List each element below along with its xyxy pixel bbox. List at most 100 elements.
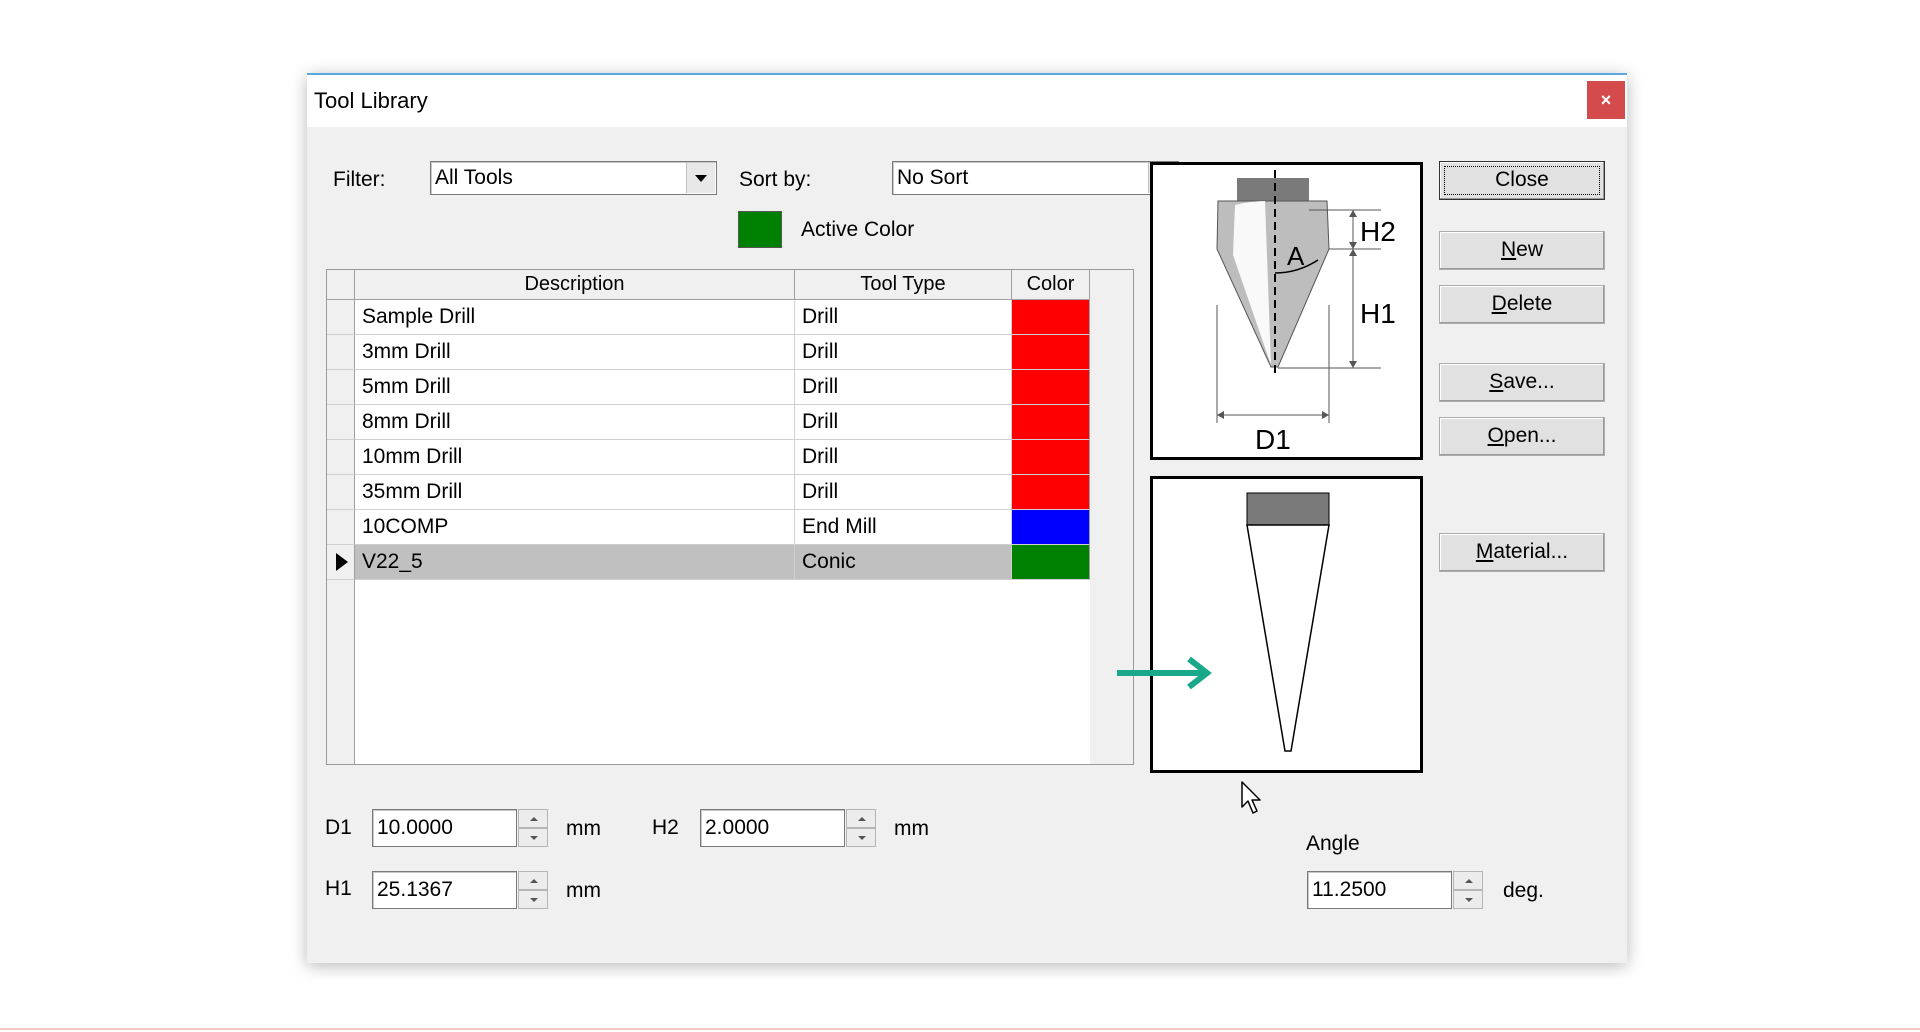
delete-label: elete (1506, 292, 1553, 315)
row-header[interactable] (327, 335, 355, 370)
cell-tool-type[interactable]: Drill (795, 300, 1012, 335)
sort-select[interactable]: No Sort (892, 161, 1179, 195)
angle-spin-down-button[interactable] (1453, 890, 1483, 909)
cell-tool-type[interactable]: Drill (795, 440, 1012, 475)
tool-shank-shape (1237, 178, 1309, 201)
cell-color[interactable] (1012, 405, 1090, 440)
h2-label: H2 (652, 816, 679, 839)
table-row[interactable]: 35mm Drill Drill (327, 475, 1090, 510)
table-row[interactable]: 10COMP End Mill (327, 510, 1090, 545)
chevron-up-icon (858, 817, 866, 821)
h2-spinner[interactable] (846, 809, 876, 847)
row-header-corner (327, 270, 355, 300)
h2-spin-down-button[interactable] (846, 828, 876, 847)
table-row[interactable]: Sample Drill Drill (327, 300, 1090, 335)
row-header[interactable] (327, 405, 355, 440)
table-row-selected[interactable]: V22_5 Conic (327, 545, 1090, 580)
close-button[interactable]: Close (1439, 161, 1605, 200)
filter-dropdown-button[interactable] (686, 163, 715, 193)
material-label: aterial... (1493, 540, 1569, 563)
cell-description[interactable]: 10mm Drill (355, 440, 795, 475)
angle-input[interactable]: 11.2500 (1307, 871, 1452, 909)
save-button[interactable]: Save... (1439, 363, 1605, 402)
cell-description[interactable]: 10COMP (355, 510, 795, 545)
h2-input[interactable]: 2.0000 (700, 809, 845, 847)
cell-color[interactable] (1012, 545, 1090, 580)
open-mnemonic: O (1487, 424, 1504, 447)
active-color-swatch[interactable] (738, 211, 782, 248)
cell-description[interactable]: 35mm Drill (355, 475, 795, 510)
material-button[interactable]: Material... (1439, 533, 1605, 572)
d1-spinner[interactable] (518, 809, 548, 847)
open-button[interactable]: Open... (1439, 417, 1605, 456)
row-header[interactable] (327, 545, 355, 580)
table-row[interactable]: 3mm Drill Drill (327, 335, 1090, 370)
save-label: ave... (1503, 370, 1555, 393)
angle-value: 11.2500 (1312, 878, 1387, 901)
cell-description[interactable]: 8mm Drill (355, 405, 795, 440)
tool-body-shape (1216, 200, 1330, 368)
cell-tool-type[interactable]: Conic (795, 545, 1012, 580)
cell-tool-type[interactable]: Drill (795, 405, 1012, 440)
row-header[interactable] (327, 440, 355, 475)
h2-value: 2.0000 (705, 816, 770, 839)
h2-spin-up-button[interactable] (846, 809, 876, 828)
tool-table[interactable]: Description Tool Type Color Sample Drill… (326, 269, 1134, 765)
table-row[interactable]: 5mm Drill Drill (327, 370, 1090, 405)
cell-color[interactable] (1012, 335, 1090, 370)
cell-description[interactable]: 5mm Drill (355, 370, 795, 405)
h1-spin-up-button[interactable] (518, 871, 548, 890)
title-bar[interactable]: Tool Library × (307, 75, 1627, 127)
new-mnemonic: N (1500, 238, 1517, 261)
tool-shank-shape (1246, 492, 1330, 526)
mouse-cursor-icon (1241, 781, 1261, 814)
col-header-description[interactable]: Description (355, 270, 795, 300)
cell-color[interactable] (1012, 440, 1090, 475)
row-header[interactable] (327, 370, 355, 405)
focus-rectangle (1444, 166, 1600, 195)
delete-mnemonic: D (1491, 292, 1507, 315)
row-header[interactable] (327, 510, 355, 545)
cell-color[interactable] (1012, 300, 1090, 335)
cell-description[interactable]: V22_5 (355, 545, 795, 580)
new-button[interactable]: New (1439, 231, 1605, 270)
angle-spinner[interactable] (1453, 871, 1483, 909)
window-close-button[interactable]: × (1587, 81, 1625, 119)
h1-unit: mm (566, 879, 601, 902)
chevron-down-icon (858, 836, 866, 840)
angle-spin-up-button[interactable] (1453, 871, 1483, 890)
cell-description[interactable]: 3mm Drill (355, 335, 795, 370)
d1-spin-down-button[interactable] (518, 828, 548, 847)
cell-color[interactable] (1012, 475, 1090, 510)
h1-spin-down-button[interactable] (518, 890, 548, 909)
d1-input[interactable]: 10.0000 (372, 809, 517, 847)
table-row[interactable]: 8mm Drill Drill (327, 405, 1090, 440)
table-row[interactable]: 10mm Drill Drill (327, 440, 1090, 475)
row-header[interactable] (327, 475, 355, 510)
filter-select[interactable]: All Tools (430, 161, 717, 195)
h1-input[interactable]: 25.1367 (372, 871, 517, 909)
window-title: Tool Library (314, 88, 428, 113)
h1-spinner[interactable] (518, 871, 548, 909)
cell-tool-type[interactable]: Drill (795, 370, 1012, 405)
cell-color[interactable] (1012, 370, 1090, 405)
col-header-color[interactable]: Color (1012, 270, 1090, 300)
cell-tool-type[interactable]: Drill (795, 335, 1012, 370)
d1-spin-up-button[interactable] (518, 809, 548, 828)
chevron-up-icon (530, 879, 538, 883)
row-header-gutter (327, 580, 355, 764)
cell-description[interactable]: Sample Drill (355, 300, 795, 335)
chevron-down-icon (530, 836, 538, 840)
open-label: pen... (1503, 424, 1557, 447)
cell-tool-type[interactable]: Drill (795, 475, 1012, 510)
row-header[interactable] (327, 300, 355, 335)
col-header-tool-type[interactable]: Tool Type (795, 270, 1012, 300)
cell-color[interactable] (1012, 510, 1090, 545)
tool-cone-shape (1246, 524, 1330, 752)
chevron-down-icon (695, 175, 707, 182)
h1-value: 25.1367 (377, 878, 453, 901)
bottom-edge-line (0, 1028, 1920, 1030)
angle-unit: deg. (1503, 879, 1544, 902)
cell-tool-type[interactable]: End Mill (795, 510, 1012, 545)
delete-button[interactable]: Delete (1439, 285, 1605, 324)
